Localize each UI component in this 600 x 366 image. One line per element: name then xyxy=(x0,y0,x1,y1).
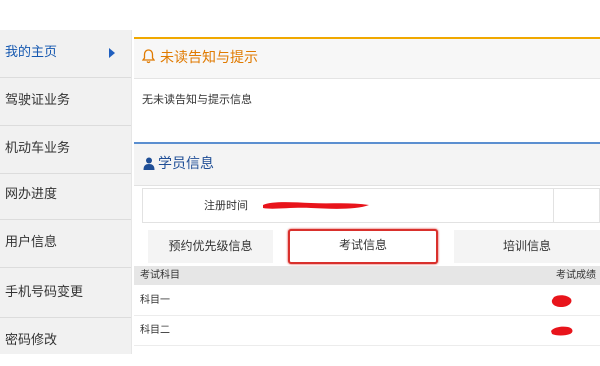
column-subject: 考试科目 xyxy=(140,270,180,281)
column-score: 考试成绩 xyxy=(556,270,596,281)
tab-exam-info[interactable]: 考试信息 xyxy=(288,229,438,264)
sidebar-item-home[interactable]: 我的主页 xyxy=(0,30,131,78)
sidebar-item-vehicle[interactable]: 机动车业务 xyxy=(0,126,131,174)
tab-priority[interactable]: 预约优先级信息 xyxy=(148,230,273,263)
notice-title: 未读告知与提示 xyxy=(160,50,258,66)
user-icon xyxy=(143,157,155,170)
notice-body: 无未读告知与提示信息 xyxy=(142,93,252,106)
registration-value-redacted xyxy=(263,202,369,209)
sidebar-item-phone-change[interactable]: 手机号码变更 xyxy=(0,270,131,318)
sidebar-item-user-info[interactable]: 用户信息 xyxy=(0,220,131,268)
student-panel-header: 学员信息 xyxy=(134,144,600,186)
sidebar-item-label: 手机号码变更 xyxy=(5,285,84,300)
sidebar-item-label: 用户信息 xyxy=(5,235,58,250)
tab-training[interactable]: 培训信息 xyxy=(454,230,600,263)
registration-split xyxy=(553,189,554,222)
registration-label: 注册时间 xyxy=(204,199,248,212)
score-redacted xyxy=(551,326,573,336)
panel-gap xyxy=(134,120,600,142)
registration-row: 注册时间 xyxy=(142,188,600,223)
sidebar-item-password[interactable]: 密码修改 xyxy=(0,318,131,366)
notice-panel-header: 未读告知与提示 xyxy=(134,39,600,79)
student-title: 学员信息 xyxy=(158,156,214,172)
table-row: 科目一 xyxy=(134,287,600,316)
score-redacted xyxy=(551,295,572,307)
sidebar-divider xyxy=(131,30,132,354)
exam-table-header: 考试科目 考试成绩 xyxy=(134,266,600,285)
sidebar-item-label: 驾驶证业务 xyxy=(5,93,71,108)
sidebar-item-label: 网办进度 xyxy=(5,187,58,202)
notice-panel: 未读告知与提示 无未读告知与提示信息 xyxy=(134,37,600,122)
info-tabs: 预约优先级信息 考试信息 培训信息 xyxy=(134,229,600,264)
sidebar-item-label: 我的主页 xyxy=(5,45,58,60)
sidebar-nav: 我的主页 驾驶证业务 机动车业务 网办进度 用户信息 手机号码变更 密码修改 xyxy=(0,30,131,354)
student-panel: 学员信息 注册时间 预约优先级信息 考试信息 培训信息 考试科目 考试成绩 科目… xyxy=(134,142,600,356)
subject-cell: 科目二 xyxy=(140,325,170,336)
sidebar-item-license[interactable]: 驾驶证业务 xyxy=(0,78,131,126)
bell-icon xyxy=(142,49,155,64)
sidebar-item-label: 机动车业务 xyxy=(5,141,71,156)
table-row: 科目二 xyxy=(134,317,600,346)
sidebar-item-progress[interactable]: 网办进度 xyxy=(0,172,131,220)
chevron-right-icon xyxy=(109,48,115,58)
subject-cell: 科目一 xyxy=(140,295,170,306)
sidebar-item-label: 密码修改 xyxy=(5,333,58,348)
